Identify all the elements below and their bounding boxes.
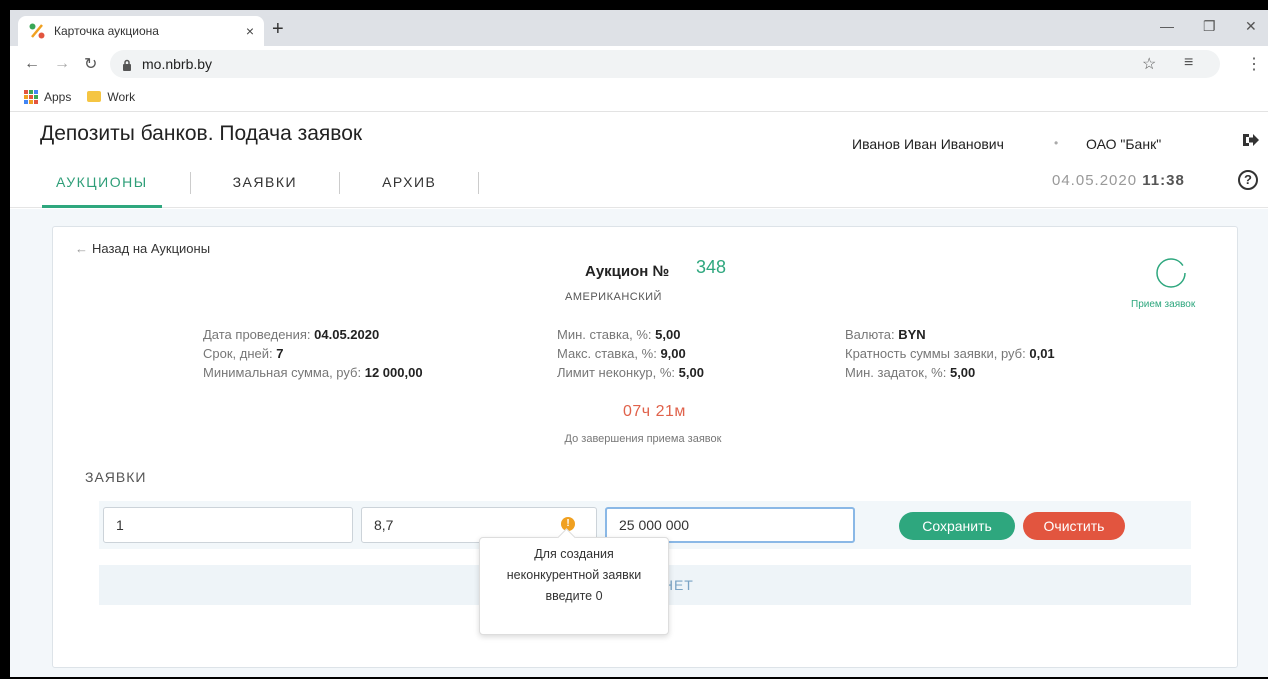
- app-header: Депозиты банков. Подача заявок Иванов Ив…: [10, 112, 1268, 208]
- reload-icon[interactable]: ↻: [84, 54, 97, 74]
- folder-icon: [87, 91, 102, 102]
- tooltip-line: введите 0: [545, 589, 603, 603]
- back-link-label: Назад на Аукционы: [92, 241, 211, 256]
- bid-number-input[interactable]: [103, 507, 353, 543]
- info-limit: Лимит неконкур, %: 5,00: [557, 365, 704, 380]
- status-circle-icon: [1155, 257, 1187, 289]
- info-column-middle: Мин. ставка, %: 5,00 Макс. ставка, %: 9,…: [557, 325, 704, 382]
- noncompetitive-tooltip: Для создания неконкурентной заявки введи…: [479, 537, 669, 635]
- help-icon[interactable]: ?: [1238, 170, 1258, 190]
- apps-icon: [24, 89, 38, 104]
- current-time: 11:38: [1142, 172, 1185, 189]
- reading-list-icon[interactable]: ≡: [1184, 54, 1193, 72]
- tab-close-icon[interactable]: ×: [246, 23, 254, 39]
- clear-button[interactable]: Очистить: [1023, 512, 1125, 540]
- nav-divider: [189, 172, 191, 194]
- bookmarks-bar: Apps Work: [10, 82, 1268, 112]
- browser-tabstrip: Карточка аукциона × + — ❐ ✕: [10, 10, 1268, 46]
- bookmark-work[interactable]: Work: [87, 90, 135, 104]
- window-close-icon[interactable]: ✕: [1245, 18, 1257, 35]
- countdown-label: До завершения приема заявок: [564, 433, 722, 445]
- current-date: 04.05.2020: [1052, 172, 1138, 189]
- restore-icon[interactable]: ❐: [1203, 18, 1216, 35]
- main-nav: АУКЦИОНЫ ЗАЯВКИ АРХИВ: [42, 168, 507, 208]
- star-icon[interactable]: ☆: [1142, 54, 1156, 74]
- info-column-left: Дата проведения: 04.05.2020 Срок, дней: …: [203, 325, 423, 382]
- tab-auctions[interactable]: АУКЦИОНЫ: [42, 168, 162, 208]
- back-to-auctions-link[interactable]: ← Назад на Аукционы: [75, 241, 210, 256]
- info-multiplicity: Кратность суммы заявки, руб: 0,01: [845, 346, 1055, 361]
- user-separator: •: [1054, 136, 1059, 150]
- nav-divider: [478, 172, 480, 194]
- minimize-icon[interactable]: —: [1160, 18, 1174, 34]
- bookmark-apps[interactable]: Apps: [24, 89, 72, 104]
- auction-type: АМЕРИКАНСКИЙ: [565, 291, 662, 303]
- forward-icon[interactable]: →: [54, 55, 70, 73]
- bids-section-title: ЗАЯВКИ: [85, 469, 147, 485]
- tab-archive[interactable]: АРХИВ: [368, 168, 450, 208]
- countdown-timer: 07ч 21м: [623, 403, 686, 420]
- save-button[interactable]: Сохранить: [899, 512, 1015, 540]
- tooltip-line: Для создания: [534, 547, 614, 561]
- auction-number: 348: [696, 257, 727, 277]
- auction-status: Прием заявок: [1131, 299, 1196, 310]
- tooltip-line: неконкурентной заявки: [506, 568, 642, 582]
- user-name: Иванов Иван Иванович: [852, 136, 1004, 152]
- nav-divider: [339, 172, 341, 194]
- favicon-percent-icon: [28, 22, 46, 40]
- address-bar[interactable]: mo.nbrb.by: [110, 50, 1220, 78]
- browser-toolbar: ← → ↻ mo.nbrb.by ☆ ≡ ⋮: [10, 46, 1268, 82]
- info-min-rate: Мин. ставка, %: 5,00: [557, 327, 681, 342]
- info-max-rate: Макс. ставка, %: 9,00: [557, 346, 686, 361]
- auction-card: ← Назад на Аукционы Аукцион № 348 АМЕРИКА…: [52, 226, 1238, 668]
- page-title: Депозиты банков. Подача заявок: [40, 122, 363, 145]
- menu-icon[interactable]: ⋮: [1246, 54, 1262, 74]
- bookmark-apps-label: Apps: [44, 89, 72, 104]
- info-date: Дата проведения: 04.05.2020: [203, 327, 380, 342]
- back-arrow-icon: ←: [75, 241, 88, 256]
- bookmark-work-label: Work: [107, 89, 136, 104]
- lock-icon: [122, 58, 132, 71]
- info-column-right: Валюта: BYN Кратность суммы заявки, руб:…: [845, 325, 1055, 382]
- info-term: Срок, дней: 7: [203, 346, 284, 361]
- tab-title: Карточка аукциона: [54, 24, 159, 38]
- bank-name: ОАО "Банк": [1086, 136, 1162, 152]
- new-tab-button[interactable]: +: [272, 18, 284, 41]
- back-icon[interactable]: ←: [24, 55, 40, 73]
- auction-title: Аукцион №: [585, 263, 670, 280]
- info-currency: Валюта: BYN: [845, 327, 926, 342]
- logout-icon[interactable]: [1242, 132, 1260, 148]
- info-deposit: Мин. задаток, %: 5,00: [845, 365, 976, 380]
- current-datetime: 04.05.2020 11:38: [1052, 172, 1185, 189]
- url-text: mo.nbrb.by: [142, 56, 213, 72]
- info-min-sum: Минимальная сумма, руб: 12 000,00: [203, 365, 423, 380]
- browser-tab[interactable]: Карточка аукциона ×: [18, 16, 264, 46]
- tab-bids[interactable]: ЗАЯВКИ: [219, 168, 311, 208]
